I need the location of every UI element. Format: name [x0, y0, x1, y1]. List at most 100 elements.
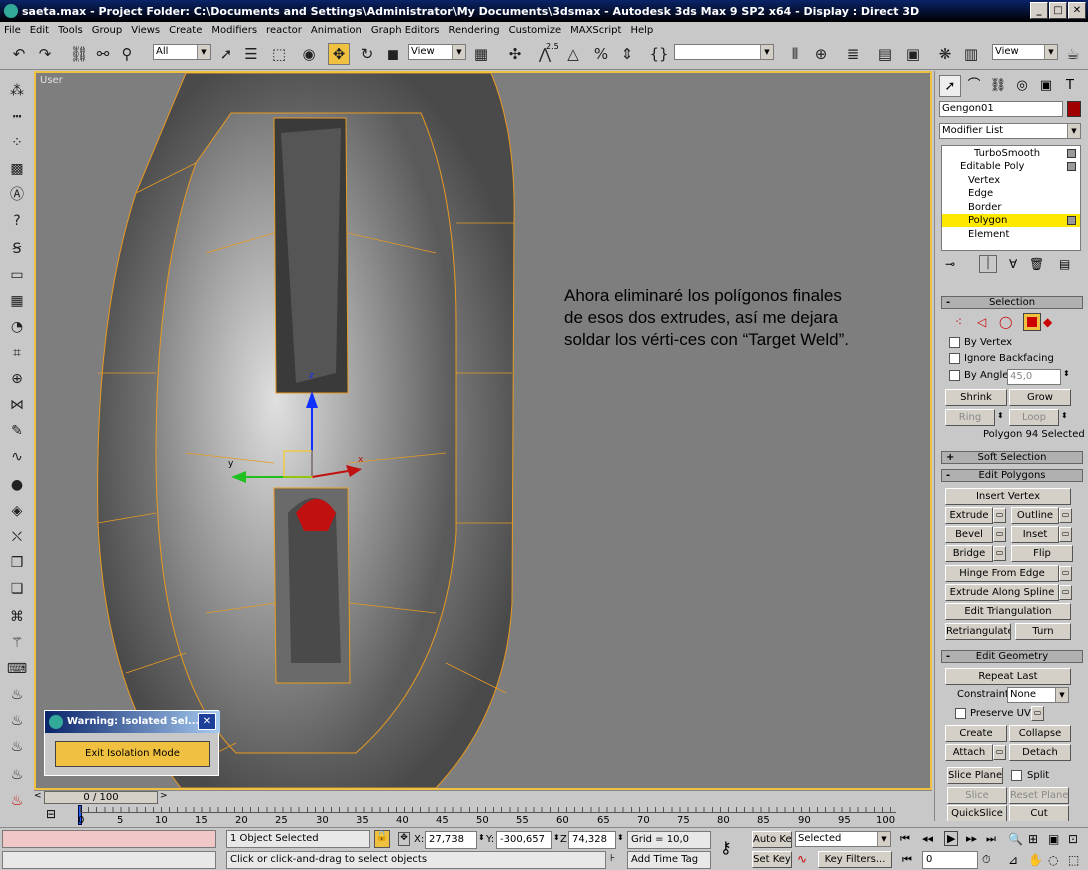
display-tab-icon[interactable]: ▣: [1035, 75, 1057, 97]
hinge-settings-icon[interactable]: ▭: [1059, 566, 1072, 581]
box-dots-icon[interactable]: ⁘: [6, 133, 28, 153]
reference-coord-dropdown[interactable]: View ▼: [408, 44, 466, 60]
edit-triangulation-button[interactable]: Edit Triangulation: [945, 603, 1071, 620]
stack-item-element[interactable]: Element: [942, 228, 1080, 241]
rectangular-selection-icon[interactable]: ⬚: [268, 43, 290, 65]
particle-icon[interactable]: ⁂: [6, 81, 28, 101]
element-mode-icon[interactable]: ◆: [1043, 315, 1052, 329]
key-curve-icon[interactable]: ∿: [797, 852, 807, 866]
flip-button[interactable]: Flip: [1011, 545, 1073, 562]
teapot-b-icon[interactable]: ♨: [6, 711, 28, 731]
hinge-from-edge-button[interactable]: Hinge From Edge: [945, 565, 1059, 582]
curve-editor-icon[interactable]: ▤: [874, 43, 896, 65]
attach-settings-icon[interactable]: ▭: [993, 745, 1006, 760]
key-mode-toggle-icon[interactable]: ⏮: [902, 853, 912, 867]
bones-icon[interactable]: ⛌: [6, 527, 28, 547]
maximize-button[interactable]: □: [1049, 2, 1067, 19]
crop-icon[interactable]: ⌗: [6, 343, 28, 363]
stack-item-edge[interactable]: Edge: [942, 187, 1080, 200]
mirror-icon[interactable]: ⫴: [784, 43, 806, 65]
remove-modifier-icon[interactable]: 🗑: [1029, 257, 1044, 271]
loop-button[interactable]: Loop: [1009, 409, 1059, 426]
slice-button[interactable]: Slice: [947, 787, 1007, 804]
make-unique-icon[interactable]: ∀: [1009, 257, 1017, 271]
teapot-c-icon[interactable]: ♨: [6, 737, 28, 757]
bevel-button[interactable]: Bevel: [945, 526, 993, 543]
mirror-tool-icon[interactable]: ⋈: [6, 395, 28, 415]
angle-snap-icon[interactable]: △: [562, 43, 584, 65]
stack-item-vertex[interactable]: Vertex: [942, 174, 1080, 187]
grow-button[interactable]: Grow: [1009, 389, 1071, 406]
goto-start-icon[interactable]: ⏮: [900, 832, 910, 846]
redo-icon[interactable]: ↷: [34, 43, 56, 65]
edit-named-selection-icon[interactable]: {}: [648, 43, 670, 65]
selection-filter-dropdown[interactable]: All ▼: [153, 44, 211, 60]
move-icon[interactable]: ✥: [328, 43, 350, 65]
selection-rollout-header[interactable]: - Selection: [941, 296, 1083, 309]
menu-group[interactable]: Group: [92, 25, 122, 36]
cut-button[interactable]: Cut: [1009, 805, 1069, 821]
schematic-view-icon[interactable]: ▣: [902, 43, 924, 65]
render-scene-icon[interactable]: ▥: [960, 43, 982, 65]
absolute-mode-icon[interactable]: ✥: [398, 832, 410, 846]
bind-spacewarp-icon[interactable]: ⚲: [116, 43, 138, 65]
spring-icon[interactable]: ∿: [6, 447, 28, 467]
gauge-icon[interactable]: ◔: [6, 317, 28, 337]
shrink-button[interactable]: Shrink: [945, 389, 1007, 406]
teapot-d-icon[interactable]: ♨: [6, 765, 28, 785]
sphere-icon[interactable]: ●: [6, 475, 28, 495]
paint-icon[interactable]: ✎: [6, 421, 28, 441]
collapse-button[interactable]: Collapse: [1009, 725, 1071, 742]
text-tool-icon[interactable]: Ꞩ: [6, 239, 28, 259]
insert-vertex-button[interactable]: Insert Vertex: [945, 488, 1071, 505]
current-frame-field[interactable]: 0: [922, 851, 978, 869]
maxscript-listener-field[interactable]: [2, 830, 216, 848]
menu-views[interactable]: Views: [131, 25, 160, 36]
attach-button[interactable]: Attach: [945, 744, 993, 761]
x-coordinate-field[interactable]: 27,738: [425, 831, 477, 849]
spinner-icon[interactable]: ⬍: [1061, 411, 1068, 420]
menu-graph-editors[interactable]: Graph Editors: [371, 25, 440, 36]
object-name-field[interactable]: Gengon01: [939, 101, 1063, 117]
orbit-icon[interactable]: ◌: [1048, 853, 1058, 867]
reset-plane-button[interactable]: Reset Plane: [1009, 787, 1069, 804]
field-of-view-icon[interactable]: ⊿: [1008, 853, 1018, 867]
add-time-tag-button[interactable]: Add Time Tag: [627, 851, 711, 869]
polygon-mode-icon[interactable]: [1023, 313, 1041, 331]
toggle-icon[interactable]: [1067, 216, 1076, 225]
create-tab-icon[interactable]: ➚: [939, 75, 961, 97]
undo-icon[interactable]: ↶: [8, 43, 30, 65]
spinner-icon[interactable]: ⬍: [478, 833, 485, 842]
split-checkbox[interactable]: [1011, 770, 1022, 781]
key-icon[interactable]: ⚷: [720, 838, 732, 857]
keyboard-icon[interactable]: ⌨: [6, 659, 28, 679]
window-crossing-icon[interactable]: ◉: [298, 43, 320, 65]
inset-button[interactable]: Inset: [1011, 526, 1059, 543]
time-tag-icon[interactable]: ⊦: [610, 853, 615, 864]
spinner-icon[interactable]: ⬍: [617, 833, 624, 842]
turn-button[interactable]: Turn: [1015, 623, 1071, 640]
maxscript-output-field[interactable]: [2, 851, 216, 869]
create-button[interactable]: Create: [945, 725, 1007, 742]
select-manipulate-icon[interactable]: ✣: [504, 43, 526, 65]
menu-animation[interactable]: Animation: [311, 25, 362, 36]
viewport-user[interactable]: User y x z Ahora eliminaré los polígonos…: [34, 71, 932, 790]
prev-frame-icon[interactable]: <: [34, 791, 42, 801]
extrude-button[interactable]: Extrude: [945, 507, 993, 524]
maximize-viewport-icon[interactable]: ⬚: [1068, 853, 1079, 867]
z-coordinate-field[interactable]: 74,328: [568, 831, 616, 849]
menu-edit[interactable]: Edit: [30, 25, 49, 36]
curve-editor-mini-icon[interactable]: ⊟: [46, 807, 56, 821]
time-slider-thumb[interactable]: 0 / 100: [44, 791, 158, 804]
pan-icon[interactable]: ✋: [1028, 853, 1043, 867]
bevel-settings-icon[interactable]: ▭: [993, 527, 1006, 542]
spinner-snap-icon[interactable]: ⇕: [616, 43, 638, 65]
time-config-icon[interactable]: ⏱: [982, 853, 991, 867]
cube-icon[interactable]: ❒: [6, 553, 28, 573]
stack-item-polygon[interactable]: Polygon: [942, 214, 1080, 227]
stack-item-editable-poly[interactable]: Editable Poly: [942, 160, 1080, 173]
layers-icon[interactable]: ◈: [6, 501, 28, 521]
ruler-icon[interactable]: ┅: [6, 107, 28, 127]
zoom-extents-icon[interactable]: ▣: [1048, 832, 1059, 846]
utilities-tab-icon[interactable]: T: [1059, 75, 1081, 97]
